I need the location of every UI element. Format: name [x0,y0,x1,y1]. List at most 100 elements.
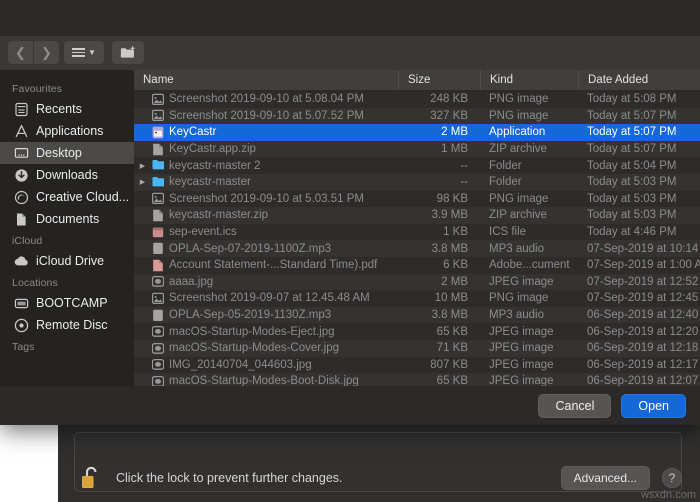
file-kind: ZIP archive [489,143,547,156]
lock-message: Click the lock to prevent further change… [116,471,343,485]
dialog-back-button[interactable]: ❮ [8,41,33,64]
desktop-icon [14,147,29,158]
new-folder-button[interactable] [112,41,144,64]
cancel-button[interactable]: Cancel [538,393,612,418]
table-row[interactable]: ▶ keycastr-master -- Folder Today at 5:03 PM [134,173,700,191]
column-header-date-added[interactable]: Date Added [578,70,700,90]
file-date-added: Today at 5:03 PM [587,192,677,205]
sidebar-section-tags: Tags [12,341,35,353]
file-name: macOS-Startup-Modes-Cover.jpg [169,342,340,355]
sidebar-item-label: BOOTCAMP [36,296,108,310]
file-kind: PNG image [489,93,549,106]
sidebar-section-locations: Locations [12,277,58,289]
file-name: sep-event.ics [169,226,237,239]
sidebar-item-downloads[interactable]: Downloads [0,164,134,186]
table-row[interactable]: macOS-Startup-Modes-Boot-Disk.jpg 65 KB JP… [134,373,700,386]
file-name: OPLA-Sep-07-2019-1100Z.mp3 [169,242,332,255]
file-name: Account Statement-...Standard Time).pdf [169,259,378,272]
file-name-cell: Screenshot 2019-09-07 at 12.45.48 AM [134,292,398,305]
dialog-forward-button[interactable]: ❯ [34,41,59,64]
file-kind: ICS file [489,226,527,239]
file-date-added: Today at 5:07 PM [587,126,677,139]
file-name: Screenshot 2019-09-10 at 5.07.52 PM [169,109,364,122]
sidebar-item-icloud-drive[interactable]: iCloud Drive [0,250,134,272]
optical-disc-icon [14,318,29,332]
file-name-cell: Screenshot 2019-09-10 at 5.07.52 PM [134,109,398,122]
file-name-cell: OPLA-Sep-05-2019-1130Z.mp3 [134,309,398,322]
file-size: 2 MB [441,275,468,288]
table-row[interactable]: OPLA-Sep-07-2019-1100Z.mp3 3.8 MB MP3 audi… [134,240,700,257]
table-row[interactable]: keycastr-master.zip 3.9 MB ZIP archive Toda… [134,207,700,224]
file-name-cell: keycastr-master.zip [134,209,398,222]
file-list: Name Size Kind Date Added Screenshot 201… [134,70,700,386]
open-padlock-icon[interactable] [80,465,102,491]
file-name-cell: Screenshot 2019-09-10 at 5.03.51 PM [134,192,398,205]
table-row[interactable]: Account Statement-...Standard Time).pdf 6… [134,257,700,274]
file-name-cell: KeyCastr.app.zip [134,143,398,156]
file-date-added: Today at 4:46 PM [587,226,677,239]
table-row[interactable]: ▶ keycastr-master 2 -- Folder Today at 5:04 … [134,157,700,174]
column-header-size[interactable]: Size [398,70,480,90]
file-size: -- [460,159,468,172]
file-kind: Folder [489,159,522,172]
list-view-icon [72,48,86,57]
file-kind: JPEG image [489,375,554,386]
sidebar-item-remote-disc[interactable]: Remote Disc [0,314,134,336]
app-file-icon [152,126,164,139]
sidebar-item-documents[interactable]: Documents [0,208,134,230]
file-name: Screenshot 2019-09-10 at 5.08.04 PM [169,93,364,106]
file-name: macOS-Startup-Modes-Eject.jpg [169,325,335,338]
file-name: Screenshot 2019-09-10 at 5.03.51 PM [169,192,364,205]
folder-icon [152,176,164,187]
table-row[interactable]: Screenshot 2019-09-10 at 5.07.52 PM 327 K… [134,107,700,125]
documents-icon [17,213,26,225]
table-row[interactable]: IMG_20140704_044603.jpg 807 KB JPEG image 0… [134,357,700,374]
sidebar-item-bootcamp[interactable]: BOOTCAMP [0,292,134,314]
jpeg-file-icon [152,359,164,371]
open-button[interactable]: Open [621,393,686,418]
download-icon [15,168,28,182]
advanced-button[interactable]: Advanced... [560,466,650,490]
help-button[interactable]: ? [662,468,682,488]
file-date-added: 07-Sep-2019 at 12:45 [587,292,699,305]
chevron-down-icon: ▼ [88,48,96,57]
sidebar-item-applications[interactable]: Applications [0,120,134,142]
jpeg-file-icon [152,342,164,354]
table-row[interactable]: aaaa.jpg 2 MB JPEG image 07-Sep-2019 at 12:… [134,273,700,291]
file-date-added: 06-Sep-2019 at 12:07 [587,375,699,386]
table-row[interactable]: macOS-Startup-Modes-Cover.jpg 71 KB JPEG i… [134,339,700,357]
sidebar-item-desktop[interactable]: Desktop [0,142,134,164]
file-name: aaaa.jpg [169,275,214,288]
table-row[interactable]: Screenshot 2019-09-10 at 5.03.51 PM 98 KB… [134,191,700,208]
file-kind: PNG image [489,109,549,122]
sidebar-section-favourites: Favourites [12,83,63,95]
file-date-added: Today at 5:07 PM [587,143,677,156]
disclosure-triangle-icon[interactable]: ▶ [138,162,147,170]
table-row[interactable]: Screenshot 2019-09-07 at 12.45.48 AM 10 M… [134,290,700,307]
jpeg-file-icon [152,375,164,386]
table-row[interactable]: Screenshot 2019-09-10 at 5.08.04 PM 248 K… [134,91,700,108]
file-size: 327 KB [430,109,468,122]
file-name-cell: OPLA-Sep-07-2019-1100Z.mp3 [134,242,398,255]
column-header-kind[interactable]: Kind [480,70,578,90]
file-date-added: Today at 5:08 PM [587,93,677,106]
file-kind: Application [489,126,546,139]
file-kind: MP3 audio [489,309,544,322]
table-row[interactable]: OPLA-Sep-05-2019-1130Z.mp3 3.8 MB MP3 audi… [134,306,700,324]
screen: ❮ ❯ Security & Privacy Search [0,0,700,502]
file-name: OPLA-Sep-05-2019-1130Z.mp3 [169,309,332,322]
file-size: 65 KB [436,325,468,338]
sidebar-item-label: Documents [36,212,100,226]
sidebar-item-label: Creative Cloud... [36,190,130,204]
table-row[interactable]: KeyCastr 2 MB Application Today at 5:07 PM [134,124,700,141]
calendar-file-icon [152,227,164,237]
table-row[interactable]: KeyCastr.app.zip 1 MB ZIP archive Today at … [134,140,700,158]
table-row[interactable]: sep-event.ics 1 KB ICS file Today at 4:46 P… [134,224,700,241]
disclosure-triangle-icon[interactable]: ▶ [138,178,147,186]
sidebar-item-recents[interactable]: Recents [0,98,134,120]
sidebar-item-label: Desktop [36,146,82,160]
table-row[interactable]: macOS-Startup-Modes-Eject.jpg 65 KB JPEG i… [134,323,700,340]
sidebar-item-creative-cloud[interactable]: Creative Cloud... [0,186,134,208]
column-header-name[interactable]: Name [134,70,398,90]
view-mode-button[interactable]: ▼ [64,41,104,64]
